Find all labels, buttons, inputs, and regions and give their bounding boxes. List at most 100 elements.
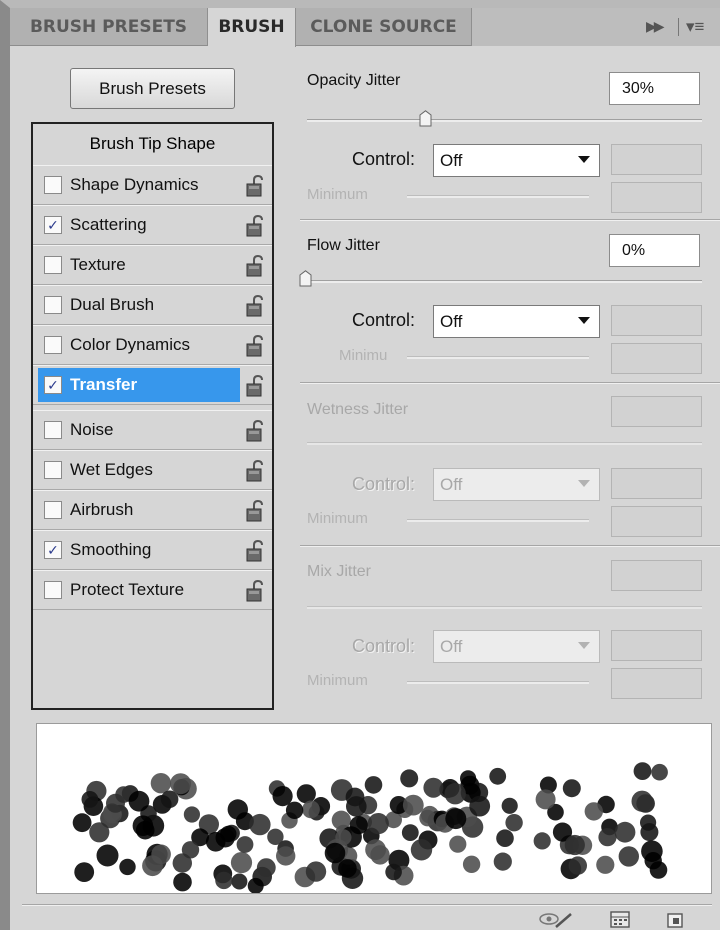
brush-option-shape-dynamics[interactable]: Shape Dynamics [33, 165, 272, 205]
opacity-minimum-slider [407, 195, 589, 198]
option-label: Airbrush [70, 500, 134, 519]
lock-icon[interactable] [245, 335, 265, 357]
option-label: Transfer [70, 375, 138, 394]
wetness-control-field [611, 468, 702, 499]
option-label: Texture [70, 255, 126, 274]
option-checkbox[interactable] [44, 461, 62, 479]
option-checkbox[interactable] [44, 296, 62, 314]
lock-icon[interactable] [245, 175, 265, 197]
brush-option-protect-texture[interactable]: Protect Texture [33, 570, 272, 610]
eye-brush-icon[interactable] [538, 911, 574, 929]
option-checkbox[interactable] [44, 256, 62, 274]
mix-minimum-label: Minimum [307, 672, 368, 689]
mix-jitter-field [611, 560, 702, 591]
brush-option-smoothing[interactable]: ✓ Smoothing [33, 530, 272, 570]
new-brush-icon[interactable] [666, 911, 684, 928]
mix-control-value: Off [440, 637, 463, 656]
flow-minimum-slider [407, 356, 589, 359]
opacity-jitter-slider[interactable] [307, 119, 702, 122]
lock-icon[interactable] [245, 215, 265, 237]
option-checkbox[interactable] [44, 421, 62, 439]
option-checkbox[interactable] [44, 501, 62, 519]
lock-icon[interactable] [245, 295, 265, 317]
option-label: Noise [70, 420, 114, 439]
chevron-down-icon [578, 480, 590, 487]
option-label: Scattering [70, 215, 147, 234]
tab-brush[interactable]: BRUSH [208, 8, 296, 47]
mix-jitter-slider [307, 606, 702, 609]
option-checkbox[interactable]: ✓ [44, 541, 62, 559]
opacity-jitter-input[interactable]: 30% [609, 72, 700, 105]
brush-panel-window: BRUSH PRESETS BRUSH CLONE SOURCE ▶▶ ▾≡ B… [0, 0, 720, 930]
panel-menu-icon[interactable]: ▾≡ [686, 17, 704, 37]
brush-option-wet-edges[interactable]: Wet Edges [33, 450, 272, 490]
tab-clone-source[interactable]: CLONE SOURCE [296, 8, 472, 46]
tab-bar-divider [678, 18, 679, 36]
lock-icon[interactable] [245, 375, 265, 397]
brush-settings-list: Brush Tip Shape Shape Dynamics ✓ Scatterin… [31, 122, 274, 710]
footer-divider [22, 904, 712, 906]
flow-jitter-slider-thumb[interactable] [299, 270, 312, 287]
section-divider [300, 545, 720, 547]
brush-presets-button[interactable]: Brush Presets [70, 68, 235, 109]
brush-option-transfer[interactable]: ✓ Transfer [33, 365, 272, 405]
option-label: Smoothing [70, 540, 152, 559]
option-checkbox[interactable] [44, 336, 62, 354]
flow-control-value: Off [440, 312, 463, 331]
brush-option-airbrush[interactable]: Airbrush [33, 490, 272, 530]
brush-option-noise[interactable]: Noise [33, 410, 272, 450]
opacity-jitter-label: Opacity Jitter [307, 72, 401, 89]
lock-icon[interactable] [245, 500, 265, 522]
tab-bar-fill [472, 8, 720, 46]
flow-control-label: Control: [352, 310, 416, 330]
option-checkbox[interactable] [44, 176, 62, 194]
lock-icon[interactable] [245, 540, 265, 562]
brush-option-scattering[interactable]: ✓ Scattering [33, 205, 272, 245]
panel-tab-bar: BRUSH PRESETS BRUSH CLONE SOURCE ▶▶ ▾≡ [10, 8, 720, 47]
chevron-down-icon [578, 156, 590, 163]
tab-brush-presets[interactable]: BRUSH PRESETS [10, 8, 208, 46]
option-label: Color Dynamics [70, 335, 190, 354]
mix-control-dropdown: Off [433, 630, 600, 663]
option-label: Shape Dynamics [70, 175, 199, 194]
wetness-minimum-label: Minimum [307, 510, 368, 527]
brush-option-dual-brush[interactable]: Dual Brush [33, 285, 272, 325]
chevron-down-icon [578, 642, 590, 649]
flow-jitter-label: Flow Jitter [307, 237, 380, 254]
opacity-minimum-field [611, 182, 702, 213]
option-checkbox[interactable] [44, 581, 62, 599]
flow-control-dropdown[interactable]: Off [433, 305, 600, 338]
wetness-jitter-label: Wetness Jitter [307, 401, 409, 418]
lock-icon[interactable] [245, 580, 265, 602]
wetness-control-label: Control: [352, 474, 416, 494]
wetness-control-value: Off [440, 475, 463, 494]
flow-control-field [611, 305, 702, 336]
mix-jitter-label: Mix Jitter [307, 563, 371, 580]
brush-tip-shape-item[interactable]: Brush Tip Shape [33, 124, 272, 166]
opacity-control-dropdown[interactable]: Off [433, 144, 600, 177]
brush-option-color-dynamics[interactable]: Color Dynamics [33, 325, 272, 365]
double-arrow-icon[interactable]: ▶▶ [646, 18, 664, 35]
lock-icon[interactable] [245, 420, 265, 442]
option-checkbox[interactable]: ✓ [44, 376, 62, 394]
opacity-control-value: Off [440, 151, 463, 170]
flow-jitter-input[interactable]: 0% [609, 234, 700, 267]
section-divider [300, 382, 720, 384]
chevron-down-icon [578, 317, 590, 324]
wetness-minimum-field [611, 506, 702, 537]
grid-panel-icon[interactable] [610, 911, 630, 928]
brush-option-texture[interactable]: Texture [33, 245, 272, 285]
lock-icon[interactable] [245, 255, 265, 277]
flow-jitter-slider[interactable] [307, 280, 702, 283]
wetness-minimum-slider [407, 519, 589, 522]
wetness-jitter-slider [307, 442, 702, 445]
option-checkbox[interactable]: ✓ [44, 216, 62, 234]
mix-minimum-slider [407, 681, 589, 684]
opacity-jitter-slider-thumb[interactable] [419, 110, 432, 127]
mix-control-label: Control: [352, 636, 416, 656]
opacity-control-field [611, 144, 702, 175]
lock-icon[interactable] [245, 460, 265, 482]
mix-control-field [611, 630, 702, 661]
brush-stroke-preview [36, 723, 712, 894]
section-divider [300, 219, 720, 221]
